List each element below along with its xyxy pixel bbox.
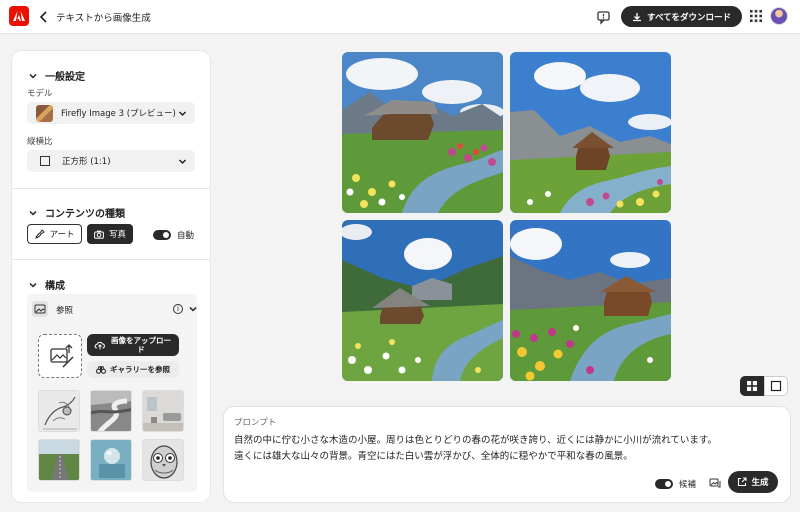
back-chevron-icon[interactable]: [38, 10, 50, 24]
chevron-down-icon: [29, 73, 37, 79]
settings-panel: 一般設定 モデル Firefly Image 3 (プレビュー) 縦横比 正方形…: [12, 51, 210, 502]
upload-image-button[interactable]: 画像をアップロード: [87, 334, 179, 356]
model-select[interactable]: Firefly Image 3 (プレビュー): [27, 102, 195, 124]
photo-button[interactable]: 写真: [87, 224, 133, 244]
composition-header[interactable]: 構成: [29, 277, 65, 292]
prompt-line-2: 遠くには雄大な山々の背景。青空にはた白い雲が浮かび、全体的に穏やかで平和な春の風…: [234, 451, 633, 462]
browse-gallery-label: ギャラリーを参照: [110, 365, 170, 374]
chevron-down-icon: [178, 111, 187, 117]
candidates-label: 候補: [679, 480, 697, 490]
reference-thumbnail-sketch-bird[interactable]: [38, 390, 80, 432]
chevron-down-icon: [29, 282, 37, 288]
candidates-toggle[interactable]: [655, 479, 673, 489]
square-ratio-icon: [40, 156, 50, 166]
feedback-icon[interactable]: [596, 9, 612, 25]
generate-button[interactable]: 生成: [728, 471, 778, 493]
top-bar: テキストから画像生成 すべてをダウンロード: [0, 0, 800, 34]
general-settings-title: 一般設定: [45, 72, 85, 83]
model-thumbnail: [36, 104, 53, 122]
reference-thumbnail-sphere-cubes[interactable]: [90, 439, 132, 481]
chevron-down-icon: [29, 210, 37, 216]
generated-image-4[interactable]: [510, 220, 671, 381]
generate-icon: [738, 477, 748, 487]
generate-label: 生成: [751, 478, 769, 488]
download-all-label: すべてをダウンロード: [647, 12, 731, 23]
composition-title: 構成: [45, 281, 65, 292]
prompt-panel: プロンプト 自然の中に佇む小さな木造の小屋。周りは色とりどりの春の花が咲き誇り、…: [224, 407, 790, 502]
reference-thumbnail-living-room[interactable]: [142, 390, 184, 432]
brush-icon: [34, 229, 45, 239]
section-divider: [12, 259, 210, 260]
aspect-ratio-value: 正方形 (1:1): [62, 157, 111, 167]
chevron-down-icon: [178, 159, 187, 165]
page-title: テキストから画像生成: [56, 13, 151, 24]
model-label: モデル: [27, 89, 53, 99]
info-icon[interactable]: i: [173, 304, 183, 314]
upload-image-label: 画像をアップロード: [111, 336, 171, 354]
auto-label: 自動: [177, 231, 195, 241]
auto-toggle[interactable]: [153, 230, 171, 240]
single-view-icon: [770, 380, 782, 392]
grid-view-button[interactable]: [740, 376, 764, 396]
reference-section: 参照 i 画像をアップロード ギャラリーを参照: [27, 294, 197, 492]
single-view-button[interactable]: [764, 376, 788, 396]
reference-label: 参照: [56, 306, 74, 316]
generated-image-3[interactable]: [342, 220, 503, 381]
generated-image-2[interactable]: [510, 52, 671, 213]
image-upload-icon: [50, 344, 74, 368]
aspect-ratio-label: 縦横比: [27, 137, 53, 147]
prompt-line-1: 自然の中に佇む小さな木造の小屋。周りは色とりどりの春の花が咲き誇り、近くには静か…: [234, 435, 717, 446]
content-type-header[interactable]: コンテンツの種類: [29, 205, 125, 220]
apps-grid-icon[interactable]: [750, 10, 762, 22]
aspect-ratio-select[interactable]: 正方形 (1:1): [27, 150, 195, 172]
adobe-logo-icon[interactable]: [9, 6, 29, 26]
user-avatar[interactable]: [770, 7, 788, 25]
generated-image-1[interactable]: [342, 52, 503, 213]
prompt-label: プロンプト: [234, 418, 277, 428]
browse-gallery-button[interactable]: ギャラリーを参照: [87, 361, 179, 378]
chevron-down-icon[interactable]: [189, 305, 197, 313]
model-value: Firefly Image 3 (プレビュー): [61, 109, 176, 119]
download-all-button[interactable]: すべてをダウンロード: [621, 6, 742, 27]
grid-view-icon: [747, 381, 757, 391]
section-divider: [12, 188, 210, 189]
cloud-upload-icon: [94, 341, 105, 350]
camera-icon: [94, 230, 104, 239]
reference-thumbnail-curved-road[interactable]: [90, 390, 132, 432]
upload-drop-zone[interactable]: [38, 334, 82, 378]
content-type-title: コンテンツの種類: [45, 209, 125, 220]
reference-thumbnail-straight-road[interactable]: [38, 439, 80, 481]
general-settings-header[interactable]: 一般設定: [29, 68, 85, 83]
style-reference-icon[interactable]: [709, 477, 721, 489]
art-button[interactable]: アート: [27, 224, 82, 244]
binoculars-icon: [96, 365, 106, 374]
photo-label: 写真: [108, 230, 126, 240]
reference-image-icon: [32, 301, 48, 317]
reference-thumbnail-owl-sketch[interactable]: [142, 439, 184, 481]
art-label: アート: [49, 230, 75, 240]
download-icon: [633, 12, 642, 21]
prompt-input[interactable]: 自然の中に佇む小さな木造の小屋。周りは色とりどりの春の花が咲き誇り、近くには静か…: [234, 433, 774, 465]
